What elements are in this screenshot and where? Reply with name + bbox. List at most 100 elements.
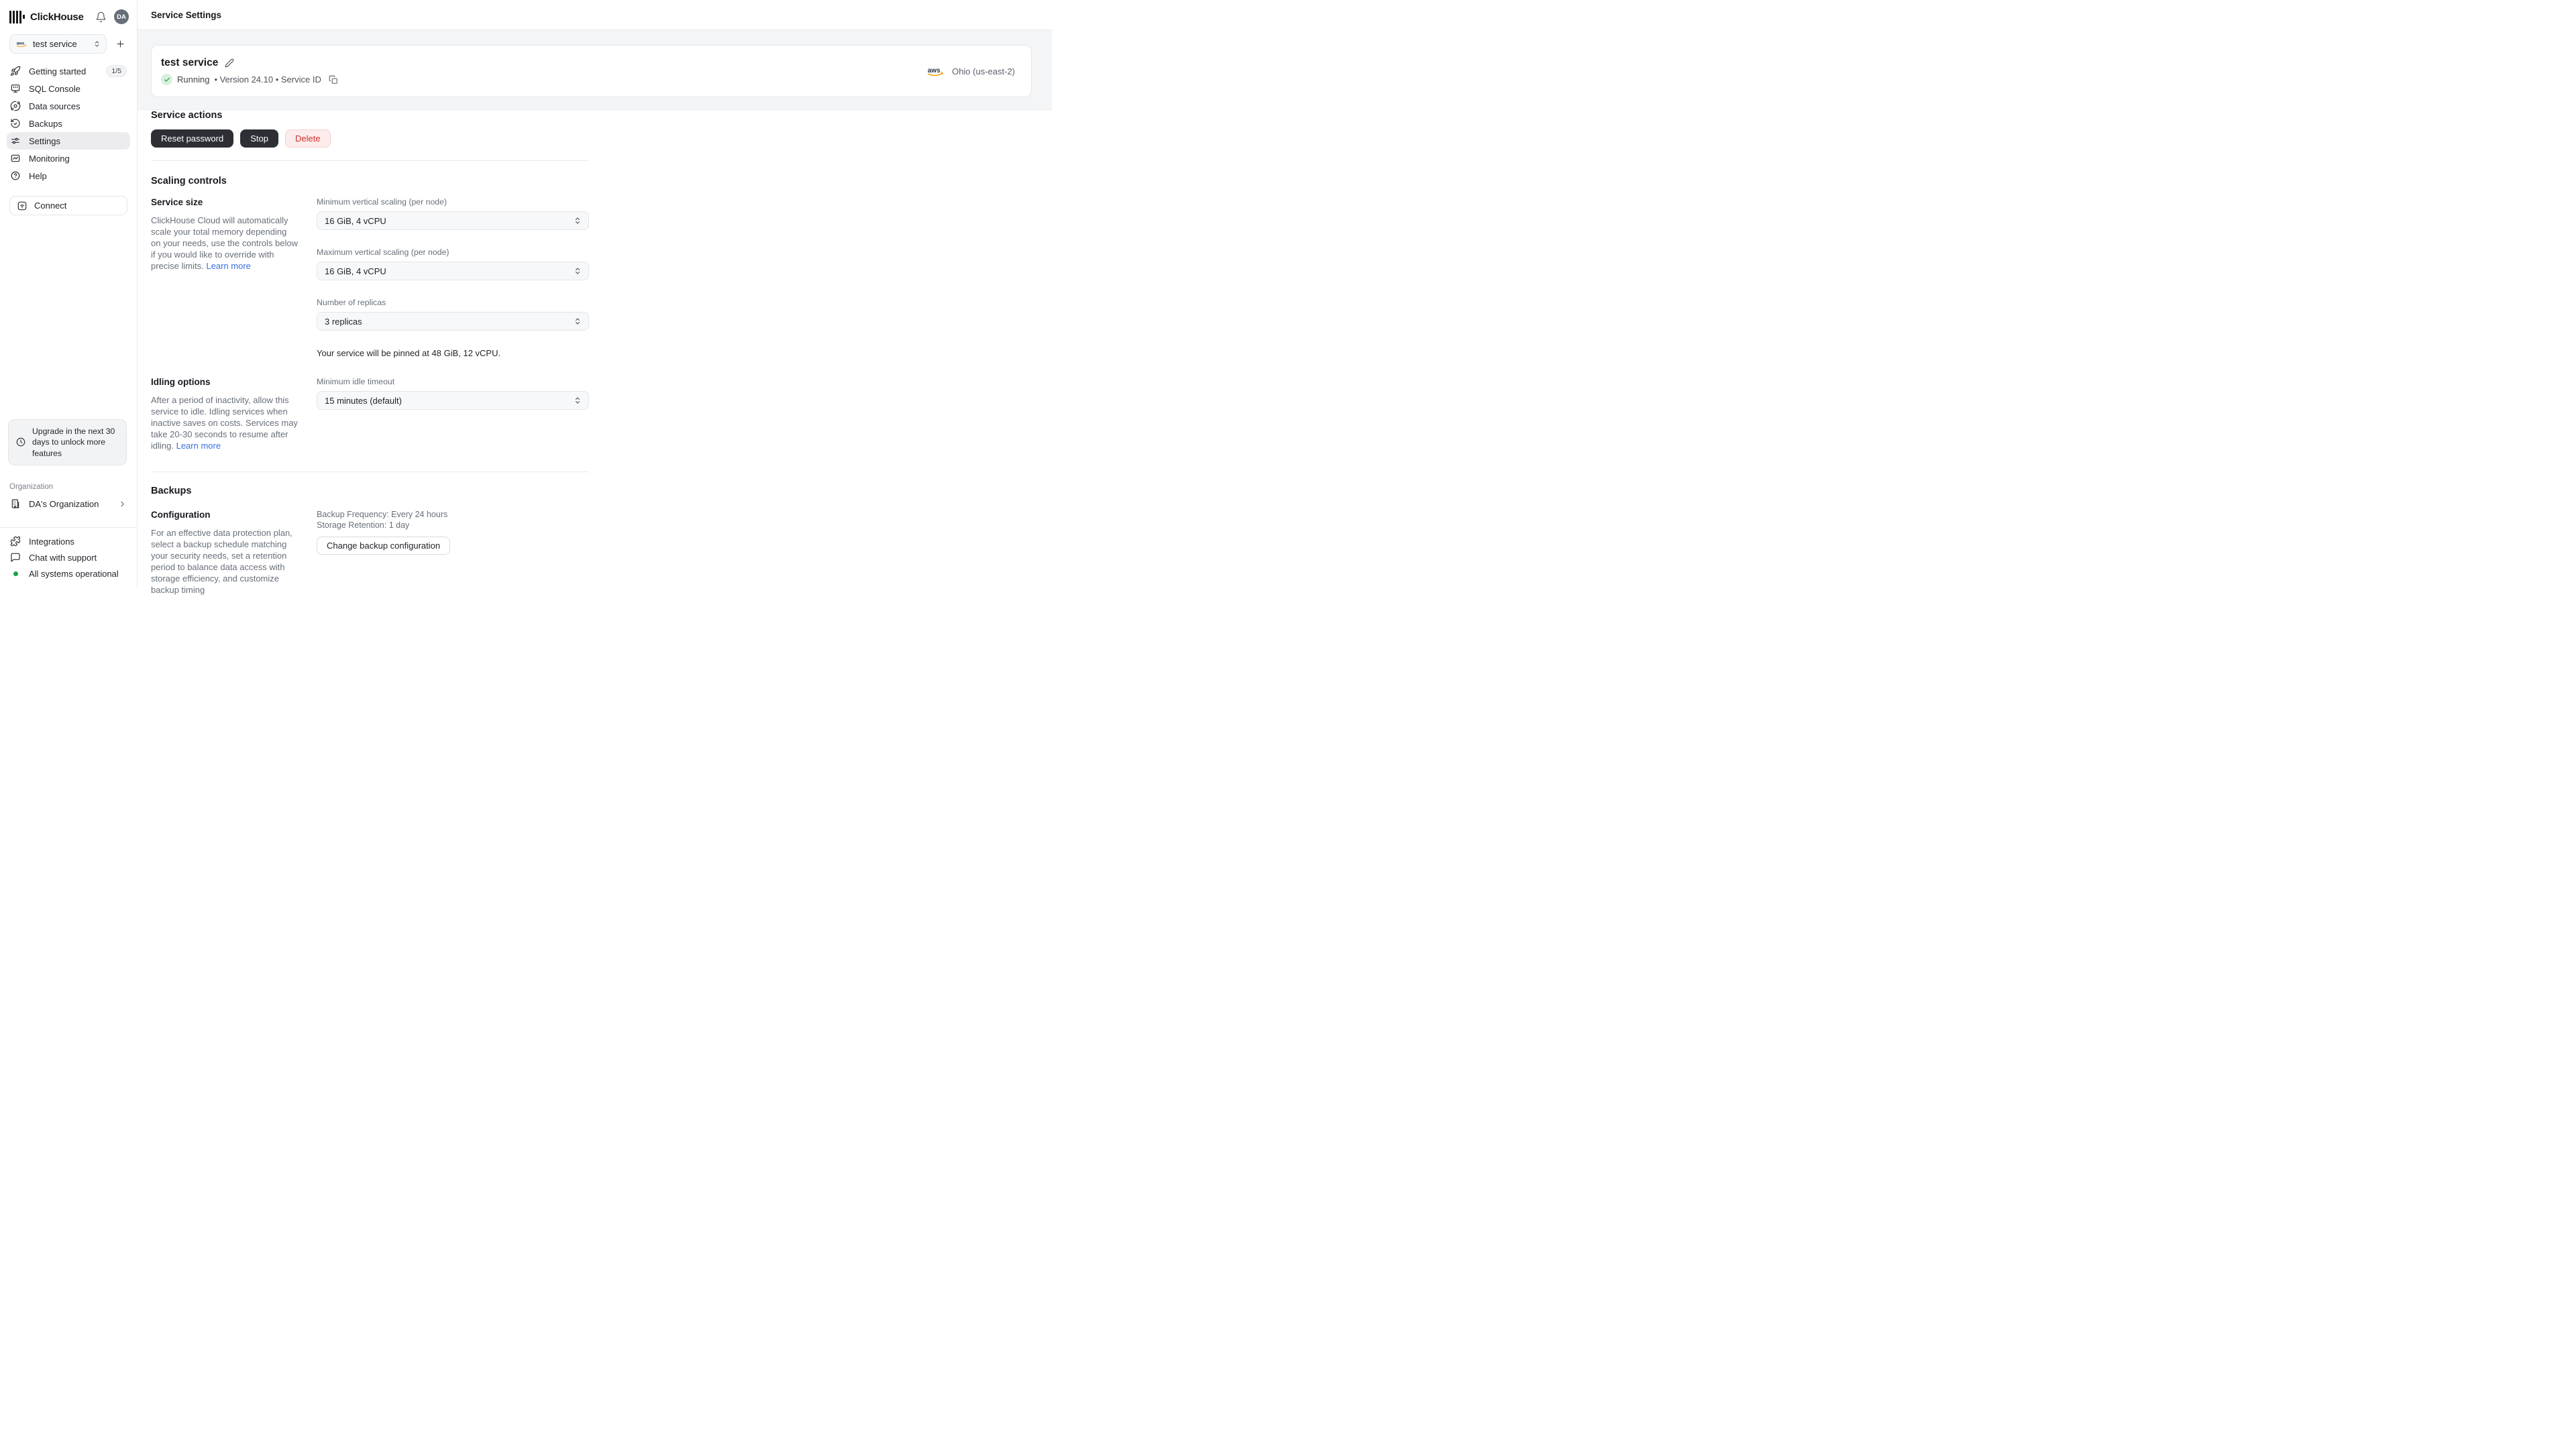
aws-logo-icon: aws xyxy=(16,40,28,48)
chat-bubble-icon xyxy=(10,552,21,563)
upgrade-notice[interactable]: Upgrade in the next 30 days to unlock mo… xyxy=(8,419,127,465)
getting-started-progress-badge: 1/5 xyxy=(106,64,127,78)
chevrons-up-down-icon xyxy=(574,317,582,325)
sidebar-item-label: Help xyxy=(29,170,47,181)
idle-timeout-column: Minimum idle timeout 15 minutes (default… xyxy=(317,377,589,451)
backups-title: Backups xyxy=(151,486,192,496)
settings-sliders-icon xyxy=(10,135,21,146)
backup-config-column: Configuration For an effective data prot… xyxy=(151,510,299,596)
scaling-controls-title: Scaling controls xyxy=(151,176,227,186)
change-backup-configuration-button[interactable]: Change backup configuration xyxy=(317,537,451,555)
sidebar-item-integrations[interactable]: Integrations xyxy=(7,533,130,549)
backup-settings-column: Backup Frequency: Every 24 hours Storage… xyxy=(317,510,589,596)
svg-text:aws: aws xyxy=(928,67,941,74)
max-scaling-field: Maximum vertical scaling (per node) 16 G… xyxy=(317,247,589,280)
sidebar-item-chat-support[interactable]: Chat with support xyxy=(7,549,130,565)
idling-learn-more-link[interactable]: Learn more xyxy=(176,441,221,451)
idling-options-title: Idling options xyxy=(151,377,211,387)
service-actions-title: Service actions xyxy=(151,110,223,121)
replicas-select[interactable]: 3 replicas xyxy=(317,312,589,331)
brand-row: ClickHouse DA xyxy=(0,0,137,24)
system-status-row[interactable]: All systems operational xyxy=(7,565,130,582)
scaling-learn-more-link[interactable]: Learn more xyxy=(206,261,250,271)
page-header: Service Settings xyxy=(138,0,1052,30)
sidebar-item-monitoring[interactable]: Monitoring xyxy=(7,150,130,167)
puzzle-icon xyxy=(10,536,21,547)
organization-row[interactable]: DA's Organization xyxy=(7,495,130,512)
status-badge: Running xyxy=(177,74,210,85)
max-scaling-select[interactable]: 16 GiB, 4 vCPU xyxy=(317,262,589,280)
delete-button[interactable]: Delete xyxy=(284,129,331,148)
service-actions-buttons: Reset password Stop Delete xyxy=(151,129,589,148)
edit-pencil-icon[interactable] xyxy=(225,58,234,68)
chevrons-up-down-icon xyxy=(574,217,582,225)
notifications-bell-icon[interactable] xyxy=(95,11,107,23)
integrations-label: Integrations xyxy=(29,536,74,547)
backup-description: For an effective data protection plan, s… xyxy=(151,528,292,595)
sidebar-nav: Getting started 1/5 SQL Console Data sou… xyxy=(7,62,130,184)
min-scaling-label: Minimum vertical scaling (per node) xyxy=(317,197,447,207)
service-size-title: Service size xyxy=(151,197,203,207)
sidebar-bottom: Upgrade in the next 30 days to unlock mo… xyxy=(0,419,137,588)
service-size-column: Service size ClickHouse Cloud will autom… xyxy=(151,197,299,358)
idling-description: After a period of inactivity, allow this… xyxy=(151,395,298,451)
upgrade-notice-text: Upgrade in the next 30 days to unlock mo… xyxy=(32,426,115,458)
sidebar-item-label: Data sources xyxy=(29,101,80,111)
service-card-left: test service Running • Version 24.10 • S… xyxy=(161,57,338,85)
replicas-field: Number of replicas 3 replicas xyxy=(317,298,589,331)
sidebar-item-help[interactable]: Help xyxy=(7,167,130,184)
connect-button[interactable]: Connect xyxy=(9,196,127,215)
idling-column: Idling options After a period of inactiv… xyxy=(151,377,299,451)
service-selector[interactable]: aws test service xyxy=(9,34,107,54)
user-avatar[interactable]: DA xyxy=(114,9,129,24)
min-scaling-field: Minimum vertical scaling (per node) 16 G… xyxy=(317,197,589,230)
page-title: Service Settings xyxy=(151,9,222,20)
sidebar: ClickHouse DA aws test service Getting s… xyxy=(0,0,138,587)
sql-console-icon xyxy=(10,83,21,94)
backup-frequency: Backup Frequency: Every 24 hours xyxy=(317,510,448,519)
region-label: Ohio (us-east-2) xyxy=(952,66,1015,76)
stop-button[interactable]: Stop xyxy=(240,129,278,148)
reset-password-button[interactable]: Reset password xyxy=(151,129,234,148)
running-check-icon xyxy=(161,74,172,85)
settings-content: Service actions Reset password Stop Dele… xyxy=(138,110,589,596)
connect-label: Connect xyxy=(34,201,67,211)
brand-name: ClickHouse xyxy=(30,11,84,23)
replicas-value: 3 replicas xyxy=(325,316,362,327)
sidebar-item-backups[interactable]: Backups xyxy=(7,115,130,132)
sidebar-item-label: Backups xyxy=(29,118,62,129)
aws-logo-icon: aws xyxy=(927,66,945,76)
service-card-band: test service Running • Version 24.10 • S… xyxy=(138,30,1052,110)
chat-support-label: Chat with support xyxy=(29,552,97,563)
sidebar-item-getting-started[interactable]: Getting started 1/5 xyxy=(7,62,130,80)
sidebar-item-sql-console[interactable]: SQL Console xyxy=(7,80,130,97)
clock-icon xyxy=(15,437,26,447)
backup-configuration-title: Configuration xyxy=(151,510,211,520)
sidebar-item-label: Monitoring xyxy=(29,153,70,164)
add-service-button[interactable] xyxy=(113,37,127,52)
max-scaling-value: 16 GiB, 4 vCPU xyxy=(325,266,386,276)
section-divider xyxy=(151,160,589,161)
min-scaling-select[interactable]: 16 GiB, 4 vCPU xyxy=(317,211,589,230)
sidebar-item-settings[interactable]: Settings xyxy=(7,132,130,150)
chevrons-up-down-icon xyxy=(574,267,582,275)
idle-timeout-label: Minimum idle timeout xyxy=(317,377,395,386)
service-region: aws Ohio (us-east-2) xyxy=(927,66,1015,76)
service-size-description: ClickHouse Cloud will automatically scal… xyxy=(151,215,298,271)
building-icon xyxy=(10,498,21,509)
sidebar-item-data-sources[interactable]: Data sources xyxy=(7,97,130,115)
idle-timeout-value: 15 minutes (default) xyxy=(325,395,402,406)
organization-name: DA's Organization xyxy=(29,498,99,509)
replicas-label: Number of replicas xyxy=(317,298,386,307)
sidebar-item-label: Settings xyxy=(29,135,60,146)
service-meta: • Version 24.10 • Service ID xyxy=(214,74,321,85)
system-status-text: All systems operational xyxy=(29,568,119,579)
monitoring-chart-icon xyxy=(10,153,21,164)
copy-service-id-icon[interactable] xyxy=(329,75,338,85)
idle-timeout-select[interactable]: 15 minutes (default) xyxy=(317,391,589,410)
backups-history-icon xyxy=(10,118,21,129)
chevron-right-icon xyxy=(118,500,127,508)
idle-timeout-field: Minimum idle timeout 15 minutes (default… xyxy=(317,377,589,410)
storage-retention: Storage Retention: 1 day xyxy=(317,520,410,530)
clickhouse-logo-icon xyxy=(9,10,25,23)
